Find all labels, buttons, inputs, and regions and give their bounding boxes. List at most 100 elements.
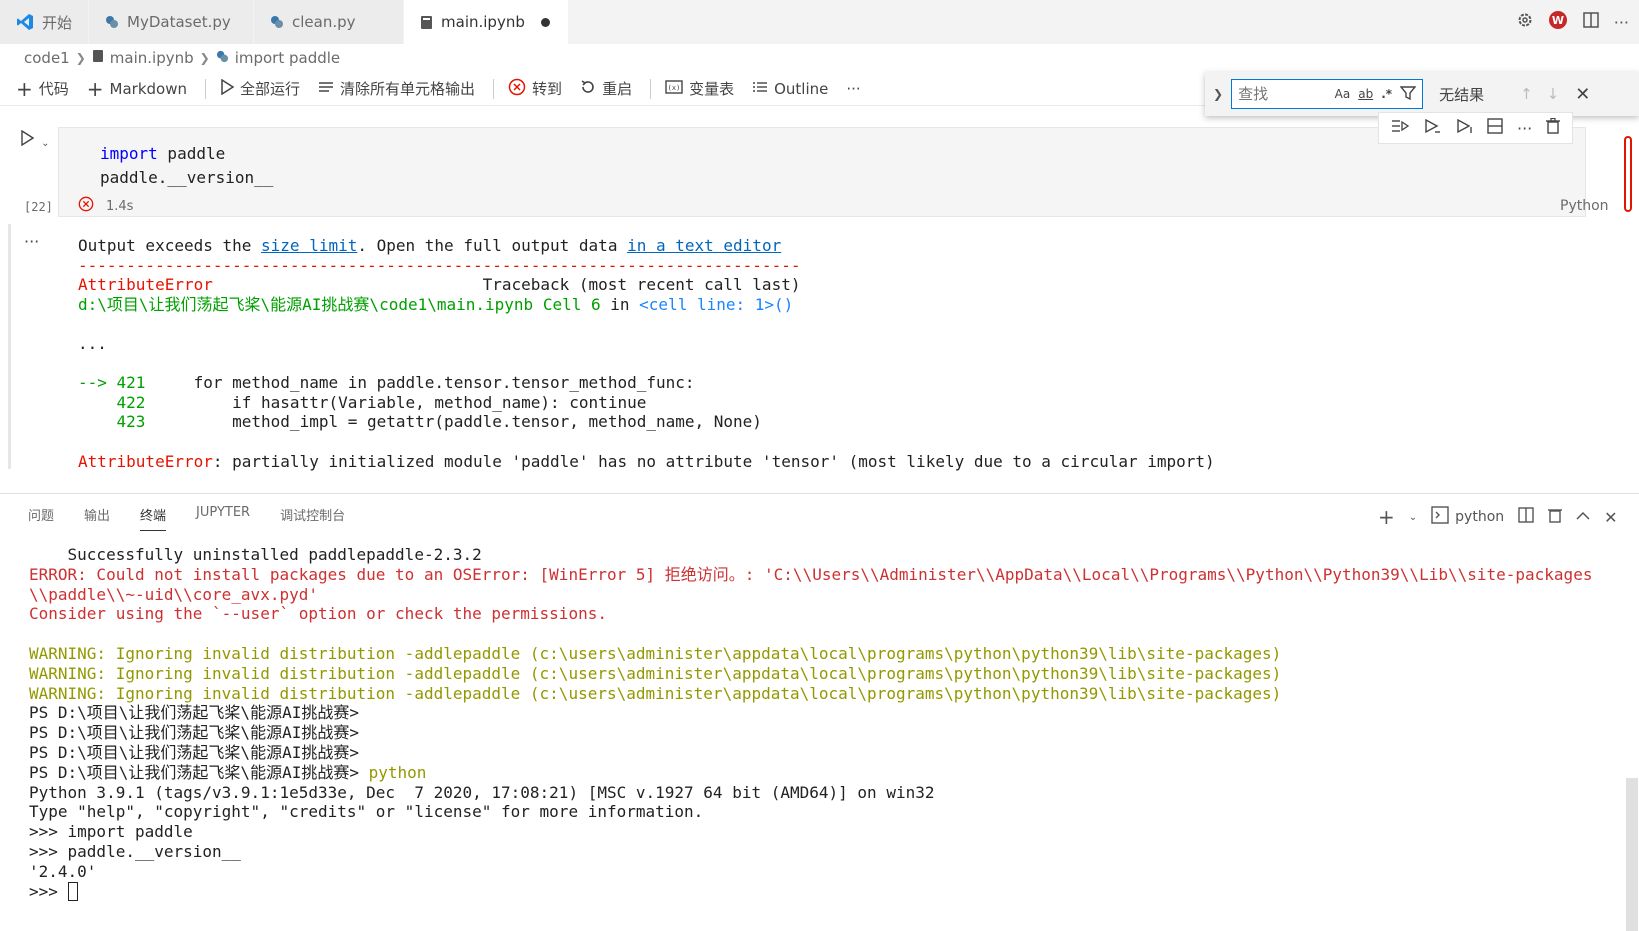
size-limit-link[interactable]: size limit xyxy=(261,236,357,255)
code-keyword: import xyxy=(100,144,158,163)
terminal-text: Python 3.9.1 (tags/v3.9.1:1e5d33e, Dec 7… xyxy=(29,782,935,802)
close-panel-icon[interactable]: ✕ xyxy=(1604,508,1617,527)
more-actions-icon[interactable]: ··· xyxy=(1614,13,1629,32)
clear-outputs-button[interactable]: 清除所有单元格输出 xyxy=(318,78,475,99)
list-icon xyxy=(752,80,768,98)
terminal-line: PS D:\项目\让我们荡起飞桨\能源AI挑战赛> xyxy=(29,743,1592,763)
variables-icon: (x) xyxy=(665,79,683,98)
match-case-icon[interactable]: Aa xyxy=(1335,87,1351,101)
tab-label: 开始 xyxy=(42,13,73,32)
unsaved-dot-icon[interactable] xyxy=(540,17,550,27)
split-terminal-icon[interactable] xyxy=(1518,507,1534,527)
add-markdown-cell-button[interactable]: + Markdown xyxy=(87,77,187,101)
tab-welcome[interactable]: 开始 xyxy=(0,0,90,44)
button-label: 变量表 xyxy=(689,80,735,98)
output-collapse-bar[interactable] xyxy=(8,224,11,469)
tab-main-ipynb[interactable]: main.ipynb xyxy=(404,0,570,44)
wps-icon[interactable]: W xyxy=(1548,10,1568,34)
terminal-output[interactable]: Successfully uninstalled paddlepaddle-2.… xyxy=(29,545,1592,901)
more-toolbar-button[interactable]: ··· xyxy=(846,80,860,98)
variables-button[interactable]: (x) 变量表 xyxy=(665,78,734,99)
split-editor-icon[interactable] xyxy=(1582,11,1600,33)
open-in-text-editor-link[interactable]: in a text editor xyxy=(627,236,781,255)
new-terminal-icon[interactable]: + xyxy=(1378,505,1395,529)
run-cell-icon[interactable] xyxy=(20,129,39,150)
add-code-cell-button[interactable]: + 代码 xyxy=(16,77,69,101)
run-all-button[interactable]: 全部运行 xyxy=(220,78,300,99)
chevron-down-icon[interactable]: ⌄ xyxy=(41,138,49,149)
tab-output[interactable]: 输出 xyxy=(84,505,110,531)
tab-terminal[interactable]: 终端 xyxy=(140,505,167,531)
chevron-up-icon[interactable] xyxy=(1576,509,1590,525)
trash-icon[interactable] xyxy=(1548,507,1563,527)
arrow-down-icon[interactable]: ↓ xyxy=(1547,85,1560,103)
traceback-path: d:\项目\让我们荡起飞桨\能源AI挑战赛\code1\main.ipynb C… xyxy=(78,294,601,314)
close-icon[interactable]: ✕ xyxy=(1575,84,1590,105)
output-more-icon[interactable]: ··· xyxy=(24,232,39,251)
find-result: 无结果 xyxy=(1439,85,1485,104)
tab-problems[interactable]: 问题 xyxy=(28,505,54,531)
line-number: 423 xyxy=(78,412,146,432)
regex-icon[interactable]: .* xyxy=(1381,87,1392,101)
terminal-text: Consider using the `--user` option or ch… xyxy=(29,604,607,624)
chevron-right-icon: ❯ xyxy=(75,51,86,65)
chevron-right-icon[interactable]: ❯ xyxy=(1213,87,1223,101)
terminal-line: WARNING: Ignoring invalid distribution -… xyxy=(29,684,1592,704)
output-text: Output exceeds the xyxy=(78,236,262,255)
more-icon: ··· xyxy=(846,79,861,98)
find-input-box: Aa ab .* xyxy=(1231,79,1424,109)
breadcrumb-file[interactable]: main.ipynb xyxy=(110,49,194,67)
cell-code[interactable]: import paddle paddle.__version__ xyxy=(100,142,273,190)
button-label: 清除所有单元格输出 xyxy=(340,80,476,98)
play-icon xyxy=(220,78,235,99)
cell-output: Output exceeds the size limit. Open the … xyxy=(78,236,1215,471)
button-label: 代码 xyxy=(38,80,69,98)
tab-mydataset[interactable]: MyDataset.py xyxy=(89,0,255,44)
python-icon xyxy=(270,15,284,29)
plus-icon: + xyxy=(86,76,104,101)
execution-duration: 1.4s xyxy=(106,198,134,214)
terminal-line: WARNING: Ignoring invalid distribution -… xyxy=(29,664,1592,684)
goto-button[interactable]: 转到 xyxy=(508,78,562,100)
output-text: in xyxy=(600,294,640,314)
terminal-scrollbar[interactable] xyxy=(1626,778,1638,931)
tab-clean[interactable]: clean.py xyxy=(254,0,405,44)
chevron-down-icon[interactable]: ⌄ xyxy=(1409,512,1417,523)
terminal-shell-name[interactable]: python xyxy=(1455,509,1504,525)
terminal-text: PS D:\项目\让我们荡起飞桨\能源AI挑战赛> xyxy=(29,742,359,762)
terminal-text: >>> import paddle xyxy=(29,822,193,842)
run-by-line-icon[interactable] xyxy=(1391,118,1410,138)
breadcrumb-folder[interactable]: code1 xyxy=(24,49,70,67)
restart-icon xyxy=(580,79,596,99)
button-label: Outline xyxy=(774,79,829,98)
restart-button[interactable]: 重启 xyxy=(580,78,632,99)
terminal-cursor[interactable] xyxy=(67,881,78,901)
outline-button[interactable]: Outline xyxy=(752,80,828,98)
breadcrumb-cell[interactable]: import paddle xyxy=(235,49,340,67)
tab-jupyter[interactable]: JUPYTER xyxy=(196,505,250,531)
code-cell[interactable] xyxy=(58,127,1586,217)
filter-icon[interactable] xyxy=(1399,85,1417,104)
tab-label: MyDataset.py xyxy=(127,13,231,31)
execution-count: [22] xyxy=(24,200,53,214)
output-text: . Open the full output data xyxy=(357,236,628,255)
more-icon[interactable]: ··· xyxy=(1517,119,1532,138)
cell-language[interactable]: Python xyxy=(1560,198,1609,214)
panel-divider[interactable] xyxy=(0,493,1639,494)
find-input[interactable] xyxy=(1238,85,1319,103)
split-cell-icon[interactable] xyxy=(1487,118,1503,138)
trash-icon[interactable] xyxy=(1546,117,1561,138)
execute-above-icon[interactable] xyxy=(1423,118,1441,138)
editor-scrollbar[interactable] xyxy=(1624,136,1632,212)
terminal-text: Successfully uninstalled paddlepaddle-2.… xyxy=(29,545,482,564)
terminal-icon[interactable] xyxy=(1431,506,1449,528)
traceback-header: Traceback (most recent call last) xyxy=(212,275,801,295)
tab-debug-console[interactable]: 调试控制台 xyxy=(280,505,345,531)
terminal-line: PS D:\项目\让我们荡起飞桨\能源AI挑战赛> python xyxy=(29,763,1592,783)
gear-icon[interactable] xyxy=(1516,11,1534,33)
whole-word-icon[interactable]: ab xyxy=(1358,87,1373,101)
terminal-line: Python 3.9.1 (tags/v3.9.1:1e5d33e, Dec 7… xyxy=(29,783,1592,803)
arrow-up-icon[interactable]: ↑ xyxy=(1520,85,1533,103)
python-icon xyxy=(216,49,229,67)
execute-below-icon[interactable] xyxy=(1455,118,1473,138)
